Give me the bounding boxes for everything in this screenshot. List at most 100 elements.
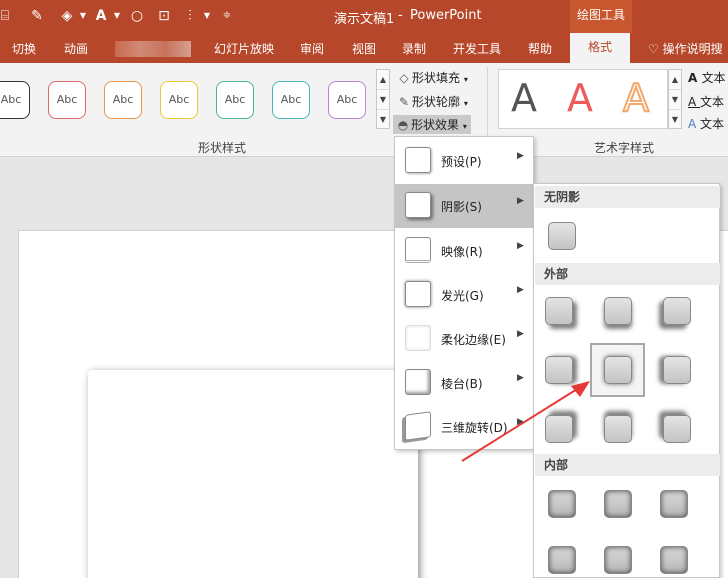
eyedropper-icon[interactable]: ✎	[28, 7, 46, 25]
chevron-down-icon[interactable]: ▼	[108, 7, 126, 25]
menu-item-label: 预设(P)	[441, 155, 482, 169]
shape-fill-button[interactable]: ◇ 形状填充 ▾	[396, 69, 468, 86]
ribbon-tabs: 切换 动画 幻灯片放映 审阅 视图 录制 开发工具 帮助 格式 ♡ 操作说明搜	[0, 33, 728, 63]
shape-outline-button[interactable]: ✎ 形状轮廓 ▾	[396, 93, 468, 110]
tab-developer[interactable]: 开发工具	[453, 40, 501, 57]
tab-view[interactable]: 视图	[352, 40, 376, 57]
text-outline-icon: A	[688, 95, 701, 109]
chevron-down-icon: ▾	[462, 122, 467, 131]
text-fill-icon: A	[688, 71, 702, 85]
chevron-down-icon[interactable]: ▼	[198, 7, 216, 25]
reflection-icon	[405, 237, 431, 263]
shadow-preset-outer-center[interactable]	[604, 356, 632, 384]
text-outline-label: 文本	[700, 95, 725, 109]
text-fill-label: 文本	[701, 71, 726, 85]
tell-me-search[interactable]: ♡ 操作说明搜	[648, 40, 723, 57]
scroll-down-icon[interactable]: ▼	[669, 90, 681, 110]
inner-shadow-heading: 内部	[535, 454, 720, 476]
tab-help[interactable]: 帮助	[528, 40, 552, 57]
preset-icon	[405, 147, 431, 173]
chevron-down-icon: ▾	[463, 75, 468, 84]
menu-item-label: 映像(R)	[441, 245, 483, 259]
menu-item-label: 阴影(S)	[441, 200, 482, 214]
menu-item-label: 三维旋转(D)	[441, 421, 508, 435]
shadow-preset-inner[interactable]	[660, 490, 688, 518]
text-effects-button[interactable]: A 文本	[688, 115, 724, 132]
tab-record[interactable]: 录制	[402, 40, 426, 57]
shadow-preset-outer[interactable]	[663, 297, 691, 325]
submenu-arrow-icon: ▶	[517, 285, 524, 295]
shape-style-sample[interactable]: Abc	[48, 81, 86, 119]
text-outline-button[interactable]: A 文本	[688, 93, 724, 110]
text-fill-button[interactable]: A 文本	[688, 69, 725, 86]
document-title: 演示文稿1	[334, 12, 395, 27]
gallery-expand-icon[interactable]: ▼	[377, 110, 389, 130]
selected-shape[interactable]	[88, 370, 418, 578]
wordart-sample[interactable]: A	[511, 76, 537, 120]
3d-rotation-icon	[405, 411, 431, 441]
submenu-arrow-icon: ▶	[517, 151, 524, 161]
tell-me-label: 操作说明搜	[662, 42, 723, 56]
submenu-arrow-icon: ▶	[517, 417, 524, 427]
shadow-preset-inner[interactable]	[548, 490, 576, 518]
shadow-preset-inner[interactable]	[604, 546, 632, 574]
submenu-arrow-icon: ▶	[517, 196, 524, 206]
shape-style-sample[interactable]: Abc	[160, 81, 198, 119]
menu-item-label: 柔化边缘(E)	[441, 333, 506, 347]
shape-style-sample[interactable]: Abc	[0, 81, 30, 119]
shape-style-sample[interactable]: Abc	[104, 81, 142, 119]
menu-item-glow[interactable]: 发光(G) ▶	[395, 273, 533, 317]
scroll-up-icon[interactable]: ▲	[377, 70, 389, 90]
blurred-tab	[115, 41, 191, 57]
wordart-sample[interactable]: A	[567, 76, 593, 120]
shape-fill-label: 形状填充	[412, 71, 461, 85]
chevron-down-icon[interactable]: ▼	[74, 7, 92, 25]
save-icon[interactable]: ⌸	[0, 7, 14, 25]
style-gallery-scroll[interactable]: ▲ ▼ ▼	[376, 69, 390, 129]
select-icon[interactable]: ⊡	[155, 7, 173, 25]
scroll-down-icon[interactable]: ▼	[377, 90, 389, 110]
menu-item-preset[interactable]: 预设(P) ▶	[395, 139, 533, 183]
drawing-tools-group: 绘图工具	[570, 0, 632, 33]
shadow-preset-none[interactable]	[548, 222, 576, 250]
pen-icon: ✎	[398, 95, 410, 109]
tab-animations[interactable]: 动画	[64, 40, 88, 57]
shape-style-sample[interactable]: Abc	[272, 81, 310, 119]
scroll-up-icon[interactable]: ▲	[669, 70, 681, 90]
menu-item-soft-edges[interactable]: 柔化边缘(E) ▶	[395, 317, 533, 361]
gallery-expand-icon[interactable]: ▼	[669, 110, 681, 130]
tab-review[interactable]: 审阅	[300, 40, 324, 57]
brush-icon[interactable]: ⫶	[181, 7, 199, 25]
shadow-preset-outer[interactable]	[663, 415, 691, 443]
menu-item-bevel[interactable]: 棱台(B) ▶	[395, 361, 533, 405]
shape-effects-label: 形状效果	[411, 118, 460, 132]
ribbon-body: Abc Abc Abc Abc Abc Abc Abc ▲ ▼ ▼ ◇ 形状填充 …	[0, 63, 728, 157]
shadow-preset-inner[interactable]	[548, 546, 576, 574]
shadow-preset-inner[interactable]	[604, 490, 632, 518]
glow-icon	[405, 281, 431, 307]
effects-icon: ◓	[397, 118, 409, 132]
tab-slideshow[interactable]: 幻灯片放映	[214, 40, 274, 57]
no-shadow-heading: 无阴影	[535, 186, 720, 208]
shadow-preset-outer[interactable]	[545, 415, 573, 443]
menu-item-reflection[interactable]: 映像(R) ▶	[395, 229, 533, 273]
shadow-preset-outer[interactable]	[545, 297, 573, 325]
menu-item-shadow[interactable]: 阴影(S) ▶	[395, 184, 533, 228]
wordart-gallery-scroll[interactable]: ▲ ▼ ▼	[668, 69, 682, 129]
shadow-preset-inner[interactable]	[660, 546, 688, 574]
wordart-sample[interactable]: A	[622, 75, 650, 121]
shadow-preset-outer[interactable]	[663, 356, 691, 384]
tab-format[interactable]: 格式	[570, 33, 630, 63]
soft-edges-icon	[405, 325, 431, 351]
customize-icon[interactable]: ≑	[218, 7, 236, 25]
shape-effects-button[interactable]: ◓ 形状效果 ▾	[393, 115, 471, 134]
shape-style-sample[interactable]: Abc	[328, 81, 366, 119]
shadow-preset-outer[interactable]	[604, 297, 632, 325]
wordart-gallery: A A A	[498, 69, 668, 129]
shape-circle-icon[interactable]: ○	[128, 7, 146, 25]
shape-style-sample[interactable]: Abc	[216, 81, 254, 119]
shadow-preset-outer[interactable]	[604, 415, 632, 443]
shadow-preset-outer[interactable]	[545, 356, 573, 384]
tab-transitions[interactable]: 切换	[12, 40, 36, 57]
menu-item-3d-rotation[interactable]: 三维旋转(D) ▶	[395, 405, 533, 449]
